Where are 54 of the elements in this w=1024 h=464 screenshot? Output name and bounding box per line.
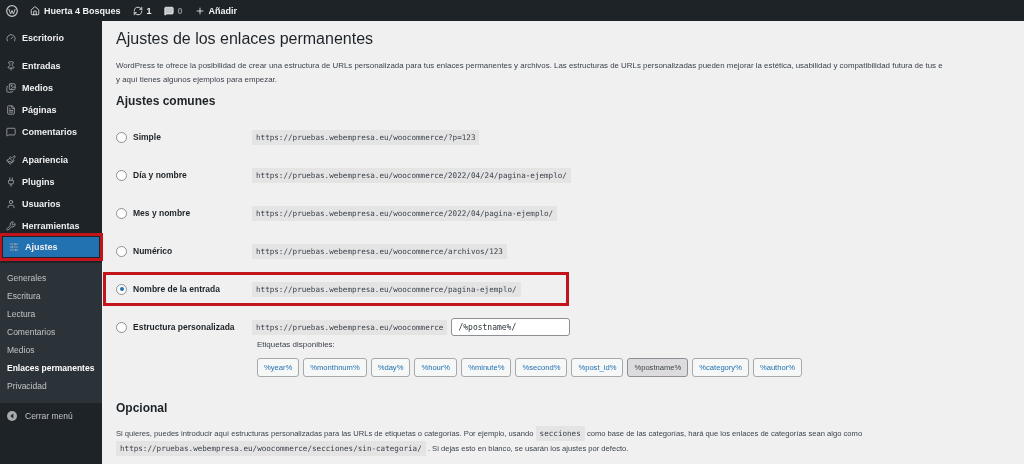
sidebar-item[interactable]: Herramientas	[0, 215, 102, 237]
pin-icon	[6, 61, 16, 71]
updates-count[interactable]: 1	[146, 5, 152, 16]
sidebar-item[interactable]: Comentarios	[0, 121, 102, 143]
sidebar-item[interactable]: Escritorio	[0, 27, 102, 49]
collapse-menu-link[interactable]: Cerrar menú	[25, 411, 73, 421]
submenu-item[interactable]: Generales	[0, 269, 102, 287]
comment-icon	[6, 127, 16, 137]
radio-button[interactable]	[116, 131, 127, 143]
sidebar-item[interactable]: Medios	[0, 77, 102, 99]
home-icon[interactable]	[30, 5, 40, 16]
option-label: Numérico	[133, 246, 174, 256]
section-heading: Ajustes comunes	[116, 94, 217, 108]
logo-icon[interactable]	[6, 4, 18, 17]
updates-icon[interactable]	[132, 5, 143, 16]
user-icon	[6, 199, 16, 209]
sidebar-item[interactable]: Usuarios	[0, 193, 102, 215]
comments-count[interactable]: 0	[177, 5, 183, 16]
radio-button[interactable]	[116, 321, 127, 333]
submenu-item[interactable]: Privacidad	[0, 377, 102, 395]
comment-icon[interactable]	[163, 5, 174, 16]
site-name-link[interactable]: Huerta 4 Bosques	[44, 5, 121, 16]
structure-field[interactable]: /%postname%/	[451, 318, 571, 336]
plug-icon	[6, 177, 16, 187]
sidebar-item[interactable]: Páginas	[0, 99, 102, 121]
option-label: Nombre de la entrada	[133, 284, 221, 294]
plus-icon[interactable]	[194, 5, 205, 16]
radio-button[interactable]	[116, 207, 127, 219]
option-label: Día y nombre	[133, 170, 188, 180]
section-heading: Opcional	[116, 401, 169, 415]
brush-icon	[6, 155, 16, 165]
submenu-item[interactable]: Enlaces permanentes	[0, 359, 102, 377]
tags-label: Etiquetas disponibles:	[257, 340, 336, 349]
submenu-item[interactable]: Lectura	[0, 305, 102, 323]
sidebar-item[interactable]: Entradas	[0, 55, 102, 77]
submenu-item[interactable]: Medios	[0, 341, 102, 359]
option-label: Simple	[133, 132, 162, 142]
option-label: Estructura personalizada	[133, 322, 236, 332]
wrench-icon	[6, 221, 16, 231]
collapse-icon[interactable]	[7, 411, 17, 421]
sidebar-item[interactable]: Plugins	[0, 171, 102, 193]
new-link[interactable]: Añadir	[208, 5, 238, 16]
sidebar-item[interactable]: Apariencia	[0, 149, 102, 171]
submenu-item[interactable]: Comentarios	[0, 323, 102, 341]
images-icon	[6, 83, 16, 93]
radio-button[interactable]	[116, 283, 127, 295]
option-label: Mes y nombre	[133, 208, 192, 218]
page-title: Ajustes de los enlaces permanentes	[116, 30, 375, 48]
radio-button[interactable]	[116, 245, 127, 257]
submenu-item[interactable]: Escritura	[0, 287, 102, 305]
gauge-icon	[6, 33, 16, 43]
sliders-icon	[9, 242, 19, 252]
radio-button[interactable]	[116, 169, 127, 181]
page-icon	[6, 105, 16, 115]
